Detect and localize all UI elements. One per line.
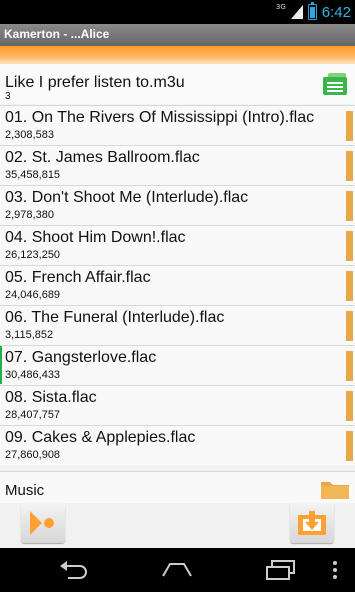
app-title: Kamerton - ...Alice <box>4 27 110 41</box>
track-marker <box>346 191 353 221</box>
download-folder-button[interactable] <box>290 503 334 543</box>
track-size: 24,046,689 <box>5 289 61 301</box>
track-row-current[interactable]: 07. Gangsterlove.flac 30,486,433 <box>0 345 355 385</box>
folder-row[interactable]: Music <box>0 471 355 503</box>
back-icon[interactable] <box>58 558 92 582</box>
status-bar: 3G 6:42 <box>0 0 355 24</box>
battery-icon <box>307 2 317 20</box>
track-row[interactable]: 06. The Funeral (Interlude).flac 3,115,8… <box>0 305 355 345</box>
track-size: 2,308,583 <box>5 129 54 141</box>
track-size: 30,486,433 <box>5 369 61 381</box>
playlist-header[interactable]: Like I prefer listen to.m3u 3 <box>0 64 355 104</box>
track-title: 05. French Affair.flac <box>5 269 151 286</box>
signal-icon <box>290 5 303 19</box>
play-record-icon <box>30 511 54 535</box>
track-title: 03. Don't Shoot Me (Interlude).flac <box>5 189 249 206</box>
playlist-count: 3 <box>5 91 11 102</box>
track-title: 02. St. James Ballroom.flac <box>5 149 200 166</box>
home-icon[interactable] <box>160 558 194 582</box>
track-size: 26,123,250 <box>5 249 61 261</box>
header-accent-bar <box>0 46 355 64</box>
folder-icon[interactable] <box>321 479 349 499</box>
track-marker <box>346 231 353 261</box>
track-row[interactable]: 08. Sista.flac 28,407,757 <box>0 385 355 425</box>
track-size: 27,860,908 <box>5 449 61 461</box>
track-title: 06. The Funeral (Interlude).flac <box>5 309 225 326</box>
track-row[interactable]: 04. Shoot Him Down!.flac 26,123,250 <box>0 225 355 265</box>
clock: 6:42 <box>321 3 351 21</box>
playlist-name: Like I prefer listen to.m3u <box>5 74 185 91</box>
track-marker <box>346 391 353 421</box>
app-title-bar: Kamerton - ...Alice <box>0 24 355 46</box>
track-row[interactable]: 05. French Affair.flac 24,046,689 <box>0 265 355 305</box>
track-size: 3,115,852 <box>5 329 54 341</box>
bottom-toolbar <box>0 503 355 548</box>
track-row[interactable]: 01. On The Rivers Of Mississippi (Intro)… <box>0 105 355 145</box>
track-marker <box>346 271 353 301</box>
track-title: 04. Shoot Him Down!.flac <box>5 229 186 246</box>
playlist-icon[interactable] <box>323 73 349 95</box>
track-title: 01. On The Rivers Of Mississippi (Intro)… <box>5 109 315 126</box>
track-size: 2,978,380 <box>5 209 54 221</box>
track-marker <box>346 311 353 341</box>
menu-icon[interactable] <box>331 558 339 582</box>
play-record-button[interactable] <box>21 503 65 543</box>
track-size: 28,407,757 <box>5 409 61 421</box>
system-nav-bar <box>0 548 355 592</box>
track-size: 35,458,815 <box>5 169 61 181</box>
track-marker <box>346 151 353 181</box>
recent-apps-icon[interactable] <box>264 558 298 582</box>
folder-name: Music <box>5 482 45 499</box>
track-title: 07. Gangsterlove.flac <box>5 349 157 366</box>
now-playing-indicator <box>0 346 2 384</box>
track-title: 09. Cakes & Applepies.flac <box>5 429 196 446</box>
track-marker <box>346 111 353 141</box>
track-title: 08. Sista.flac <box>5 389 97 406</box>
track-row[interactable]: 09. Cakes & Applepies.flac 27,860,908 <box>0 425 355 465</box>
track-row[interactable]: 02. St. James Ballroom.flac 35,458,815 <box>0 145 355 185</box>
track-marker <box>346 351 353 381</box>
track-row[interactable]: 03. Don't Shoot Me (Interlude).flac 2,97… <box>0 185 355 225</box>
download-folder-icon <box>298 511 326 535</box>
network-type: 3G <box>275 2 286 11</box>
track-list: 01. On The Rivers Of Mississippi (Intro)… <box>0 105 355 465</box>
track-marker <box>346 431 353 461</box>
